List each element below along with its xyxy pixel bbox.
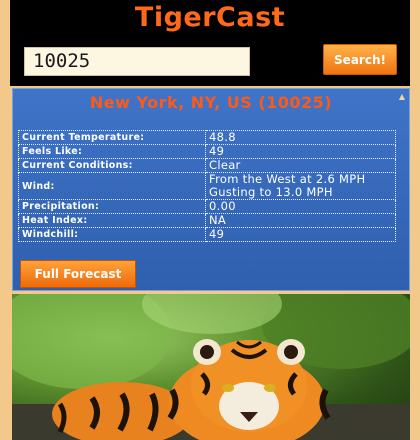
table-row: Windchill: 49 — [18, 227, 396, 242]
row-label: Heat Index: — [18, 213, 206, 228]
table-row: Current Temperature: 48.8 — [18, 130, 396, 145]
table-row: Wind: From the West at 2.6 MPH Gusting t… — [18, 172, 396, 200]
tiger-photo — [12, 294, 410, 440]
row-label: Precipitation: — [18, 199, 206, 214]
row-label: Current Conditions: — [18, 158, 206, 173]
full-forecast-button[interactable]: Full Forecast — [20, 260, 136, 288]
location-title: New York, NY, US (10025) — [89, 93, 333, 112]
app-header: TigerCast 10025 Search! — [10, 0, 410, 86]
row-value: 48.8 — [205, 130, 396, 145]
app-title: TigerCast — [134, 2, 286, 33]
table-row: Feels Like: 49 — [18, 144, 396, 159]
row-label: Windchill: — [18, 227, 206, 242]
tiger-illustration-icon — [12, 294, 410, 440]
row-label: Feels Like: — [18, 144, 206, 159]
row-value: Clear — [205, 158, 396, 173]
search-button[interactable]: Search! — [323, 44, 397, 75]
row-value: 49 — [205, 144, 396, 159]
row-value: NA — [205, 213, 396, 228]
row-label: Current Temperature: — [18, 130, 206, 145]
table-row: Heat Index: NA — [18, 213, 396, 228]
table-row: Current Conditions: Clear — [18, 158, 396, 173]
row-value: 49 — [205, 227, 396, 242]
row-label: Wind: — [18, 172, 206, 200]
row-value: 0.00 — [205, 199, 396, 214]
table-row: Precipitation: 0.00 — [18, 199, 396, 214]
zip-search-input[interactable]: 10025 — [24, 47, 250, 76]
row-value: From the West at 2.6 MPH Gusting to 13.0… — [205, 172, 396, 200]
conditions-table: Current Temperature: 48.8 Feels Like: 49… — [18, 130, 396, 242]
current-weather-panel: ▲ New York, NY, US (10025) Current Tempe… — [12, 88, 410, 291]
